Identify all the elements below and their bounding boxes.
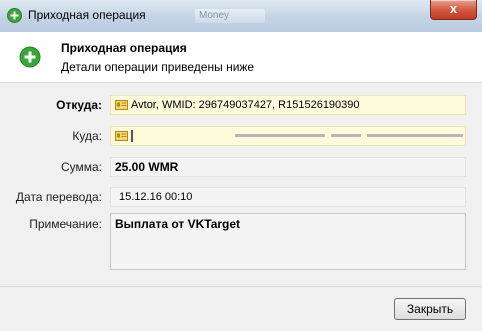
from-field[interactable]: Avtor, WMID: 296749037427, R151526190390	[110, 95, 466, 115]
from-value: Avtor, WMID: 296749037427, R151526190390	[131, 99, 360, 111]
amount-field: 25.00 WMR	[110, 157, 466, 177]
date-value: 15.12.16 00:10	[119, 191, 193, 203]
note-field: Выплата от VKTarget	[110, 213, 466, 270]
amount-value: 25.00 WMR	[115, 160, 179, 174]
dialog-title: Приходная операция	[61, 41, 187, 55]
dialog-subtitle: Детали операции приведены ниже	[61, 60, 255, 74]
plus-circle-icon	[7, 8, 22, 23]
from-label: Откуда:	[56, 98, 102, 112]
plus-circle-icon	[19, 46, 41, 68]
date-label: Дата перевода:	[15, 190, 102, 204]
note-label: Примечание:	[29, 217, 102, 231]
background-tab: Money	[195, 9, 265, 23]
title-bar: Приходная операция Money x	[0, 0, 482, 33]
date-field: 15.12.16 00:10	[110, 187, 466, 207]
redacted-mark	[235, 134, 325, 137]
dialog-body: Приходная операция Детали операции приве…	[0, 32, 482, 331]
redacted-mark	[367, 134, 463, 137]
to-field[interactable]	[110, 126, 466, 146]
amount-label: Сумма:	[60, 160, 102, 174]
note-value: Выплата от VKTarget	[115, 217, 241, 231]
redacted-mark	[331, 134, 361, 137]
to-label: Куда:	[72, 129, 102, 143]
window-title: Приходная операция	[28, 8, 146, 22]
window-close-button[interactable]: x	[430, 0, 477, 20]
id-card-icon	[115, 100, 128, 110]
dialog-header: Приходная операция Детали операции приве…	[0, 32, 482, 83]
redacted-mark	[131, 130, 133, 142]
id-card-icon	[115, 131, 128, 141]
close-button[interactable]: Закрыть	[394, 298, 466, 320]
footer-divider	[0, 286, 482, 287]
